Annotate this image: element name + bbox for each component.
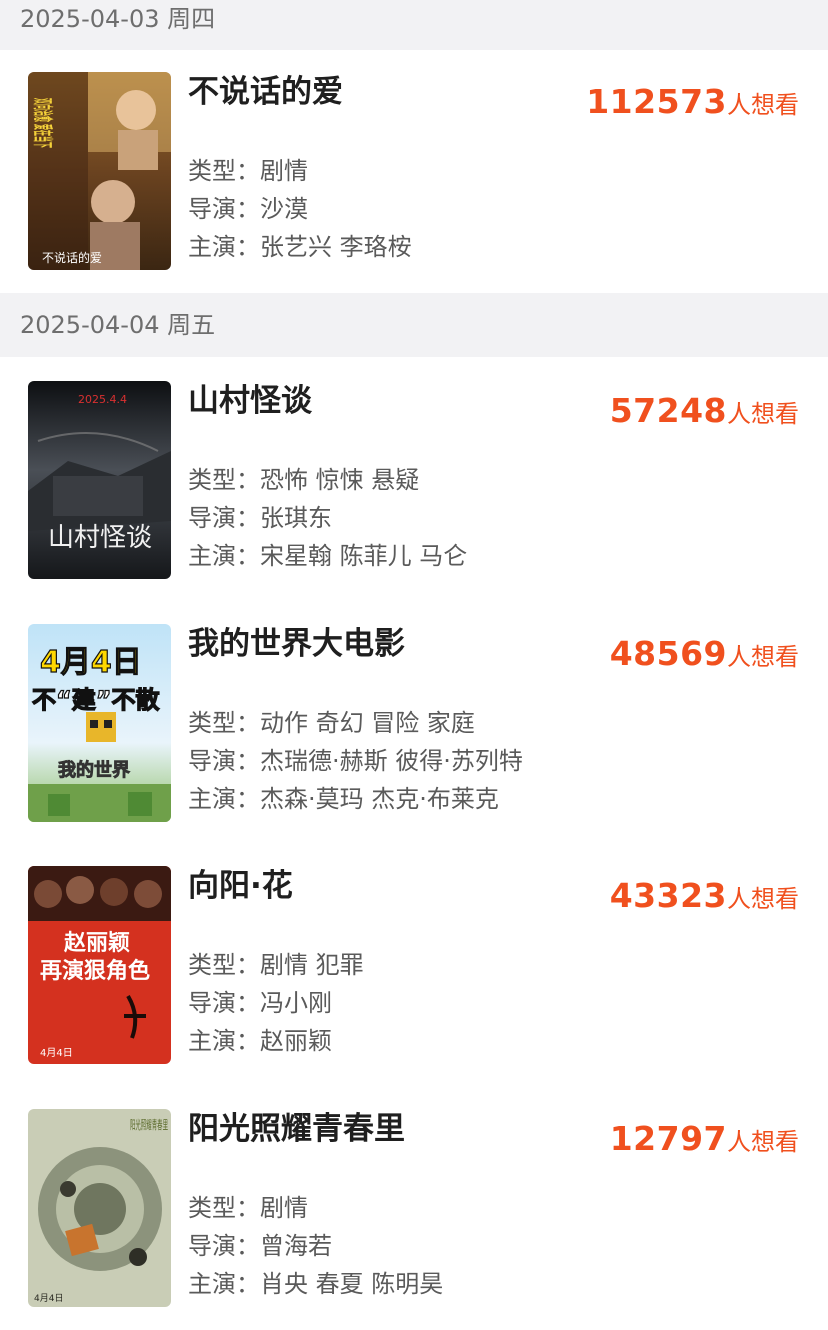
director-row: 导演：杰瑞德·赫斯 彼得·苏列特 — [188, 746, 523, 776]
genre-label: 类型： — [188, 951, 260, 979]
date-header: 2025-04-03 周四 — [0, 0, 828, 50]
movie-poster[interactable]: 双向治愈 爱在当下 不说话的爱 — [28, 72, 171, 270]
director-label: 导演： — [188, 195, 260, 223]
movie-title[interactable]: 我的世界大电影 — [188, 624, 405, 664]
movie-title[interactable]: 阳光照耀青春里 — [188, 1109, 405, 1149]
director-row: 导演：张琪东 — [188, 503, 332, 533]
director-value: 沙漠 — [260, 195, 308, 223]
poster-text: 双向治愈 爱在当下 — [31, 98, 55, 148]
movie-item[interactable]: 4月4日 不“建”不散 我的世界 我的世界大电影 48569人想看 类型：动作 … — [0, 624, 828, 834]
poster-text: 阳光照耀青春里 — [130, 1118, 168, 1132]
poster-text: 我的世界 — [58, 759, 130, 781]
want-to-watch-count: 12797人想看 — [610, 1117, 799, 1167]
want-unit: 人想看 — [727, 400, 799, 428]
genre-row: 类型：动作 奇幻 冒险 家庭 — [188, 708, 475, 738]
poster-text: 山村怪谈 — [48, 523, 152, 553]
genre-row: 类型：剧情 — [188, 156, 308, 186]
director-value: 冯小刚 — [260, 989, 332, 1017]
genre-label: 类型： — [188, 157, 260, 185]
want-unit: 人想看 — [727, 885, 799, 913]
poster-text: 赵丽颖 — [63, 930, 130, 956]
cast-label: 主演： — [188, 1270, 260, 1298]
movie-title[interactable]: 不说话的爱 — [188, 72, 343, 112]
want-to-watch-count: 112573人想看 — [586, 80, 799, 130]
director-value: 杰瑞德·赫斯 彼得·苏列特 — [260, 747, 523, 775]
cast-label: 主演： — [188, 1027, 260, 1055]
date-label: 2025-04-04 周五 — [20, 311, 216, 339]
want-count: 43323 — [609, 876, 727, 915]
genre-value: 剧情 — [260, 157, 308, 185]
director-label: 导演： — [188, 747, 260, 775]
movie-item[interactable]: 2025.4.4 山村怪谈 山村怪谈 57248人想看 类型：恐怖 惊悚 悬疑 … — [0, 381, 828, 591]
want-unit: 人想看 — [727, 91, 799, 119]
movie-item[interactable]: 双向治愈 爱在当下 不说话的爱 不说话的爱 112573人想看 类型：剧情 导演… — [0, 72, 828, 282]
cast-label: 主演： — [188, 542, 260, 570]
cast-value: 张艺兴 李珞桉 — [260, 233, 412, 261]
movie-poster[interactable]: 赵丽颖 再演狠角色 4月4日 — [28, 866, 171, 1064]
cast-row: 主演：赵丽颖 — [188, 1026, 332, 1056]
cast-row: 主演：杰森·莫玛 杰克·布莱克 — [188, 784, 499, 814]
want-to-watch-count: 57248人想看 — [610, 389, 799, 439]
genre-label: 类型： — [188, 466, 260, 494]
cast-value: 肖央 春夏 陈明昊 — [260, 1270, 444, 1298]
movie-title[interactable]: 向阳·花 — [188, 866, 293, 906]
genre-value: 恐怖 惊悚 悬疑 — [260, 466, 420, 494]
want-unit: 人想看 — [727, 643, 799, 671]
cast-row: 主演：肖央 春夏 陈明昊 — [188, 1269, 443, 1299]
want-count: 112573 — [586, 82, 727, 121]
director-row: 导演：冯小刚 — [188, 988, 332, 1018]
cast-label: 主演： — [188, 785, 260, 813]
cast-row: 主演：宋星翰 陈菲儿 马仑 — [188, 541, 467, 571]
cast-value: 杰森·莫玛 杰克·布莱克 — [260, 785, 499, 813]
genre-value: 剧情 犯罪 — [260, 951, 364, 979]
director-value: 张琪东 — [260, 504, 332, 532]
want-count: 57248 — [609, 391, 727, 430]
movie-poster[interactable]: 4月4日 不“建”不散 我的世界 — [28, 624, 171, 822]
want-count: 12797 — [609, 1119, 727, 1158]
director-row: 导演：曾海若 — [188, 1231, 332, 1261]
genre-label: 类型： — [188, 709, 260, 737]
movie-item[interactable]: 阳光照耀青春里 4月4日 阳光照耀青春里 12797人想看 类型：剧情 导演：曾… — [0, 1109, 828, 1319]
director-label: 导演： — [188, 504, 260, 532]
director-value: 曾海若 — [260, 1232, 332, 1260]
poster-text: 不“建”不散 — [32, 686, 160, 714]
want-unit: 人想看 — [727, 1128, 799, 1156]
movie-item[interactable]: 赵丽颖 再演狠角色 4月4日 向阳·花 43323人想看 类型：剧情 犯罪 导演… — [0, 866, 828, 1076]
director-label: 导演： — [188, 1232, 260, 1260]
movie-poster[interactable]: 阳光照耀青春里 4月4日 — [28, 1109, 171, 1307]
poster-text: 4月4日 — [34, 1293, 63, 1304]
genre-row: 类型：剧情 犯罪 — [188, 950, 364, 980]
poster-text: 再演狠角色 — [40, 958, 150, 984]
cast-label: 主演： — [188, 233, 260, 261]
want-to-watch-count: 43323人想看 — [610, 874, 799, 924]
genre-label: 类型： — [188, 1194, 260, 1222]
cast-value: 宋星翰 陈菲儿 马仑 — [260, 542, 468, 570]
date-header: 2025-04-04 周五 — [0, 293, 828, 357]
genre-row: 类型：剧情 — [188, 1193, 308, 1223]
cast-row: 主演：张艺兴 李珞桉 — [188, 232, 412, 262]
date-label: 2025-04-03 周四 — [20, 5, 216, 33]
director-row: 导演：沙漠 — [188, 194, 308, 224]
genre-value: 剧情 — [260, 1194, 308, 1222]
poster-text: 不说话的爱 — [42, 250, 102, 265]
movie-poster[interactable]: 2025.4.4 山村怪谈 — [28, 381, 171, 579]
poster-text: 4月4日 — [40, 1047, 73, 1059]
want-to-watch-count: 48569人想看 — [610, 632, 799, 682]
poster-text: 4月4日 — [40, 645, 142, 680]
movie-title[interactable]: 山村怪谈 — [188, 381, 312, 421]
genre-value: 动作 奇幻 冒险 家庭 — [260, 709, 475, 737]
genre-row: 类型：恐怖 惊悚 悬疑 — [188, 465, 419, 495]
poster-text: 2025.4.4 — [78, 393, 127, 406]
want-count: 48569 — [609, 634, 727, 673]
cast-value: 赵丽颖 — [260, 1027, 332, 1055]
director-label: 导演： — [188, 989, 260, 1017]
